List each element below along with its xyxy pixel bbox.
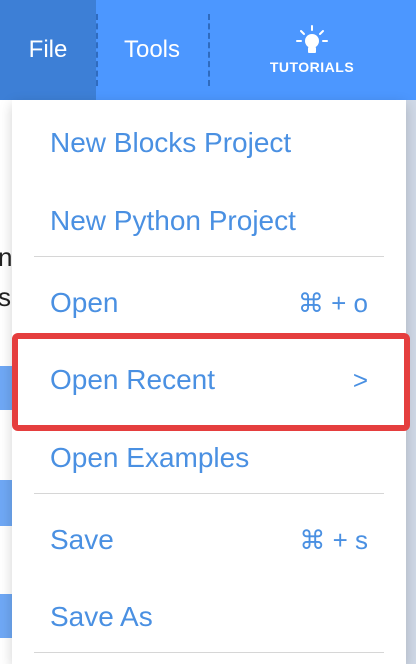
bg-text: n (0, 242, 13, 272)
menu-item-open[interactable]: Open ⌘ + o (50, 273, 368, 333)
menu-item-open-examples[interactable]: Open Examples (50, 428, 368, 488)
block-strip (0, 594, 12, 638)
menu-separator (34, 493, 384, 494)
menu-item-label: Open Recent (50, 364, 215, 395)
file-menu-label: File (28, 36, 68, 63)
menu-separator (34, 256, 384, 257)
submenu-arrow-icon: > (352, 364, 368, 395)
menu-item-save-as[interactable]: Save As (50, 587, 368, 647)
menu-item-label: Save As (50, 601, 153, 632)
menu-item-new-blocks-project[interactable]: New Blocks Project (50, 113, 368, 173)
menu-separator (34, 652, 384, 653)
menu-item-label: Open (50, 287, 119, 318)
lightbulb-icon (296, 25, 328, 53)
menu-item-label: New Python Project (50, 205, 296, 236)
menu-item-label: Save (50, 524, 114, 555)
bg-text: s (0, 282, 11, 312)
menu-item-label: Open Examples (50, 442, 250, 473)
tools-menu-button[interactable]: Tools (96, 0, 208, 100)
tutorials-button[interactable]: TUTORIALS (208, 0, 416, 100)
workspace-right-edge (406, 100, 416, 664)
menu-item-label: New Blocks Project (50, 127, 292, 158)
tools-menu-label: Tools (123, 36, 181, 63)
file-menu-button[interactable]: File (0, 0, 96, 100)
save-shortcut: ⌘ + s (299, 524, 368, 555)
menu-item-save[interactable]: Save ⌘ + s (50, 510, 368, 570)
block-strip (0, 480, 12, 526)
menu-item-new-python-project[interactable]: New Python Project (50, 191, 368, 251)
tutorials-label: TUTORIALS (269, 59, 355, 75)
block-strip (0, 366, 12, 410)
menu-bar: File Tools TUTORIALS (0, 0, 416, 100)
open-shortcut: ⌘ + o (297, 287, 368, 318)
menu-item-open-recent[interactable]: Open Recent > (50, 350, 368, 410)
file-dropdown-menu: New Blocks Project New Python Project Op… (12, 100, 406, 664)
